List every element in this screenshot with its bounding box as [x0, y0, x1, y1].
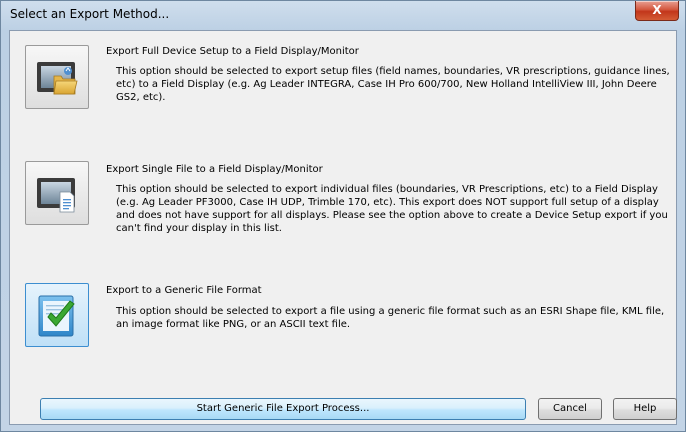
option-desc-generic-file: This option should be selected to export…: [116, 306, 665, 330]
document-checkmark-icon: [38, 295, 75, 337]
close-button[interactable]: X: [635, 1, 679, 21]
option-desc-single-file: This option should be selected to export…: [116, 184, 668, 234]
monitor-folder-icon: [37, 62, 78, 95]
export-full-setup-button[interactable]: [25, 45, 89, 109]
export-method-dialog: Select an Export Method... X Export Full…: [0, 0, 686, 432]
window-title: Select an Export Method...: [10, 7, 170, 21]
start-export-button[interactable]: Start Generic File Export Process...: [40, 398, 526, 420]
option-title-generic-file: Export to a Generic File Format: [106, 285, 262, 296]
help-button[interactable]: Help: [613, 398, 677, 420]
export-single-file-button[interactable]: [25, 161, 89, 225]
option-title-single-file: Export Single File to a Field Display/Mo…: [106, 164, 323, 175]
title-bar[interactable]: Select an Export Method... X: [1, 1, 685, 29]
close-icon: X: [652, 3, 662, 17]
option-title-full-setup: Export Full Device Setup to a Field Disp…: [106, 46, 359, 57]
monitor-document-icon: [37, 178, 75, 213]
export-generic-file-button[interactable]: [25, 283, 89, 347]
dialog-content: Export Full Device Setup to a Field Disp…: [9, 30, 677, 425]
option-desc-full-setup: This option should be selected to export…: [116, 66, 670, 103]
cancel-button[interactable]: Cancel: [538, 398, 602, 420]
